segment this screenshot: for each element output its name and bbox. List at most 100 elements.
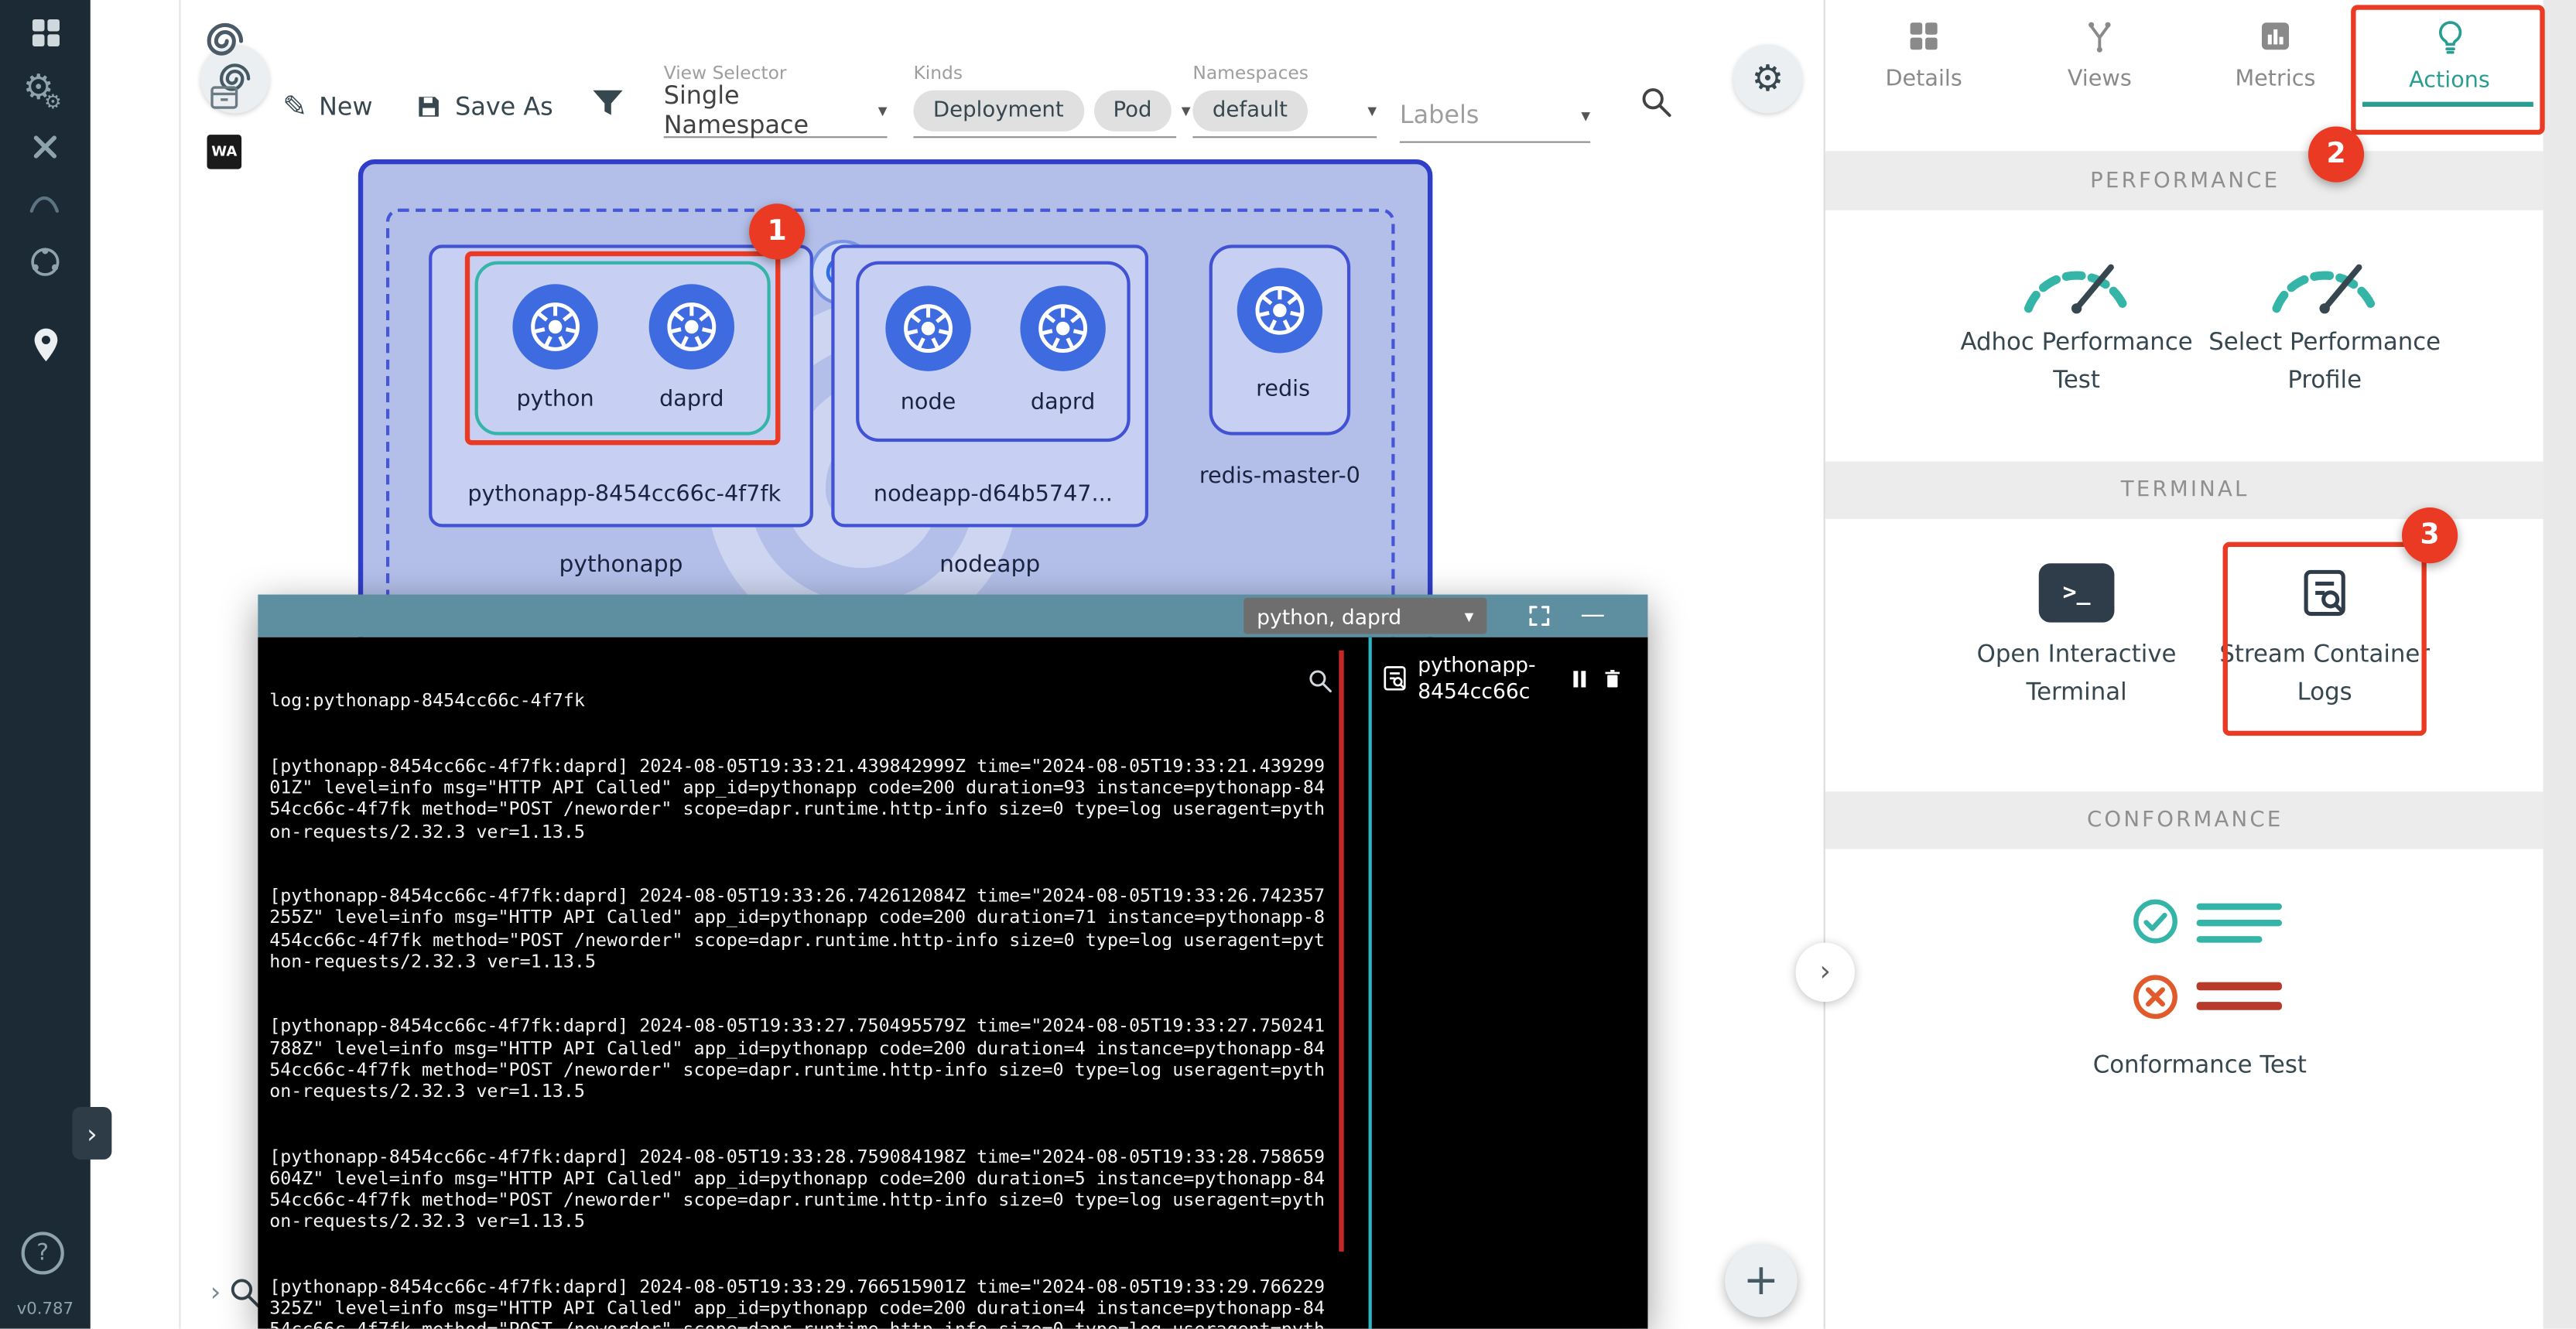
sidebar-expand-button[interactable]: › [72,1107,111,1160]
select-performance-action[interactable] [2263,240,2387,322]
performance-curve-icon[interactable] [26,184,63,220]
log-line: [pythonapp-8454cc66c-4f7fk:daprd] 2024-0… [269,756,1332,842]
chevron-down-icon: ▾ [878,99,888,121]
terminal-divider[interactable] [1369,637,1372,1329]
terminal-prompt-icon: >_ [2063,579,2091,606]
pod-nodeapp[interactable]: node daprd [856,261,1131,442]
app-root: ⚙⚙ › ? v0.787 WA › ✎ New Save As View Se… [0,0,2576,1329]
gear-icon: ⚙ [1751,58,1784,99]
annotation-rect-3 [2223,542,2427,736]
pod-name-label-redis: redis-master-0 [1160,463,1400,490]
dapr-logo-icon[interactable] [204,19,246,62]
fail-line-1 [2197,982,2282,991]
container-label: node [872,389,984,415]
section-performance: PERFORMANCE [1825,151,2545,210]
floppy-icon [414,92,443,121]
chevron-right-icon: › [1820,956,1831,989]
log-scrollbar[interactable] [1339,651,1343,1252]
pod-name-label: pythonapp-8454cc66c-4f7fk [432,481,816,507]
apps-grid-icon[interactable] [28,15,64,51]
terminal-window: python, daprd ▾ — log:pythonapp-8454cc66… [258,595,1647,1329]
terminal-pod-row[interactable]: pythonapp- 8454cc66c [1375,641,1644,716]
terminal-header[interactable]: python, daprd ▾ — [258,595,1647,637]
annotation-rect-1 [465,251,781,446]
pod-name-label: nodeapp-d64b5747... [835,481,1152,507]
stream-logs-icon [1380,664,1409,693]
log-search-icon[interactable] [1306,667,1334,695]
terminal-expand-icon[interactable] [1526,603,1552,629]
container-node-icon[interactable] [885,285,970,371]
trash-icon[interactable] [1600,666,1625,691]
mesh-icon[interactable] [26,243,64,281]
terminal-container-selector[interactable]: python, daprd ▾ [1244,598,1486,634]
namespace-chip-default[interactable]: default [1192,90,1307,131]
settings-button[interactable]: ⚙ [1733,44,1802,113]
namespaces-select[interactable]: Namespaces default ▾ [1192,63,1377,138]
log-area[interactable]: log:pythonapp-8454cc66c-4f7fk [pythonapp… [258,637,1368,1329]
help-icon[interactable]: ? [22,1232,64,1274]
log-line: [pythonapp-8454cc66c-4f7fk:daprd] 2024-0… [269,1016,1332,1102]
labels-select[interactable]: Labels ▾ [1400,89,1590,143]
filter-funnel-icon[interactable] [588,84,628,123]
location-pin-icon[interactable] [26,323,66,366]
conformance-test-action[interactable]: Conformance Test [2003,1048,2397,1086]
chevron-right-icon: › [87,1118,97,1149]
terminal-minimize-icon[interactable]: — [1580,600,1605,629]
right-panel: Details Views Metrics Actions 2 PERFORMA… [1824,0,2544,1329]
gauge-icon [2263,240,2387,316]
chevron-down-icon: ▾ [1581,104,1590,126]
pause-icon[interactable] [1567,666,1592,691]
archive-box-icon[interactable] [207,79,242,114]
open-terminal-action[interactable]: >_ [2039,563,2115,622]
section-conformance: CONFORMANCE [1825,791,2545,849]
terminal-pod-name: pythonapp- 8454cc66c [1418,652,1559,705]
version-label: v0.787 [0,1300,91,1318]
view-selector[interactable]: View Selector Single Namespace ▾ [664,63,888,138]
kubernetes-wheel-icon [897,297,960,360]
strip-expand-chevron-icon[interactable]: › [210,1276,221,1307]
pencil-icon: ✎ [282,90,307,125]
settings-gears-icon[interactable]: ⚙⚙ [23,67,72,107]
chevron-down-icon: ▾ [1367,99,1377,121]
kind-chip-pod[interactable]: Pod [1093,90,1172,131]
container-label: redis [1213,376,1354,402]
new-button[interactable]: ✎ New [282,85,372,128]
kinds-select[interactable]: Kinds Deployment Pod ▾ [913,63,1176,138]
annotation-badge-2: 2 [2308,126,2364,182]
tab-views[interactable]: Views [2017,0,2181,121]
terminal-body: log:pythonapp-8454cc66c-4f7fk [pythonapp… [258,637,1647,1329]
select-performance-label: Select PerformanceProfile [2201,325,2448,401]
deployment-label-pythonapp: pythonapp [429,552,813,578]
pod-redis[interactable]: redis [1209,244,1351,435]
labels-placeholder: Labels [1400,101,1480,130]
chevron-down-icon: ▾ [1182,99,1191,121]
open-terminal-label: Open InteractiveTerminal [1953,637,2199,713]
annotation-rect-2 [2351,5,2545,135]
conformance-fail-icon [2131,972,2181,1028]
wa-app-icon[interactable]: WA [207,135,242,169]
deployment-pythonapp[interactable]: python daprd pythonapp-8454cc66c-4f7fk [429,244,813,527]
tools-icon[interactable] [29,132,60,162]
pass-line-3 [2197,936,2263,942]
kubernetes-wheel-icon [1249,279,1312,342]
fail-line-2 [2197,1002,2282,1010]
save-as-button[interactable]: Save As [414,85,553,128]
tab-details[interactable]: Details [1842,0,2006,121]
right-gutter[interactable] [2544,0,2576,1329]
panel-collapse-handle[interactable]: › [1796,943,1855,1002]
deployment-nodeapp[interactable]: node daprd nodeapp-d64b5747... [831,244,1148,527]
plus-icon: + [1743,1256,1779,1306]
adhoc-performance-action[interactable] [2014,240,2139,322]
pass-line-1 [2197,904,2282,910]
container-redis-icon[interactable] [1237,268,1322,353]
pass-line-2 [2197,920,2282,926]
kinds-label: Kinds [913,63,1176,84]
log-line: [pythonapp-8454cc66c-4f7fk:daprd] 2024-0… [269,886,1332,972]
kind-chip-deployment[interactable]: Deployment [913,90,1083,131]
container-daprd-icon[interactable] [1020,285,1105,371]
add-fab-button[interactable]: + [1725,1245,1797,1317]
search-icon[interactable] [1638,84,1675,120]
container-label: daprd [1007,389,1118,415]
tab-metrics[interactable]: Metrics [2193,0,2357,121]
adhoc-performance-label: Adhoc PerformanceTest [1953,325,2199,401]
